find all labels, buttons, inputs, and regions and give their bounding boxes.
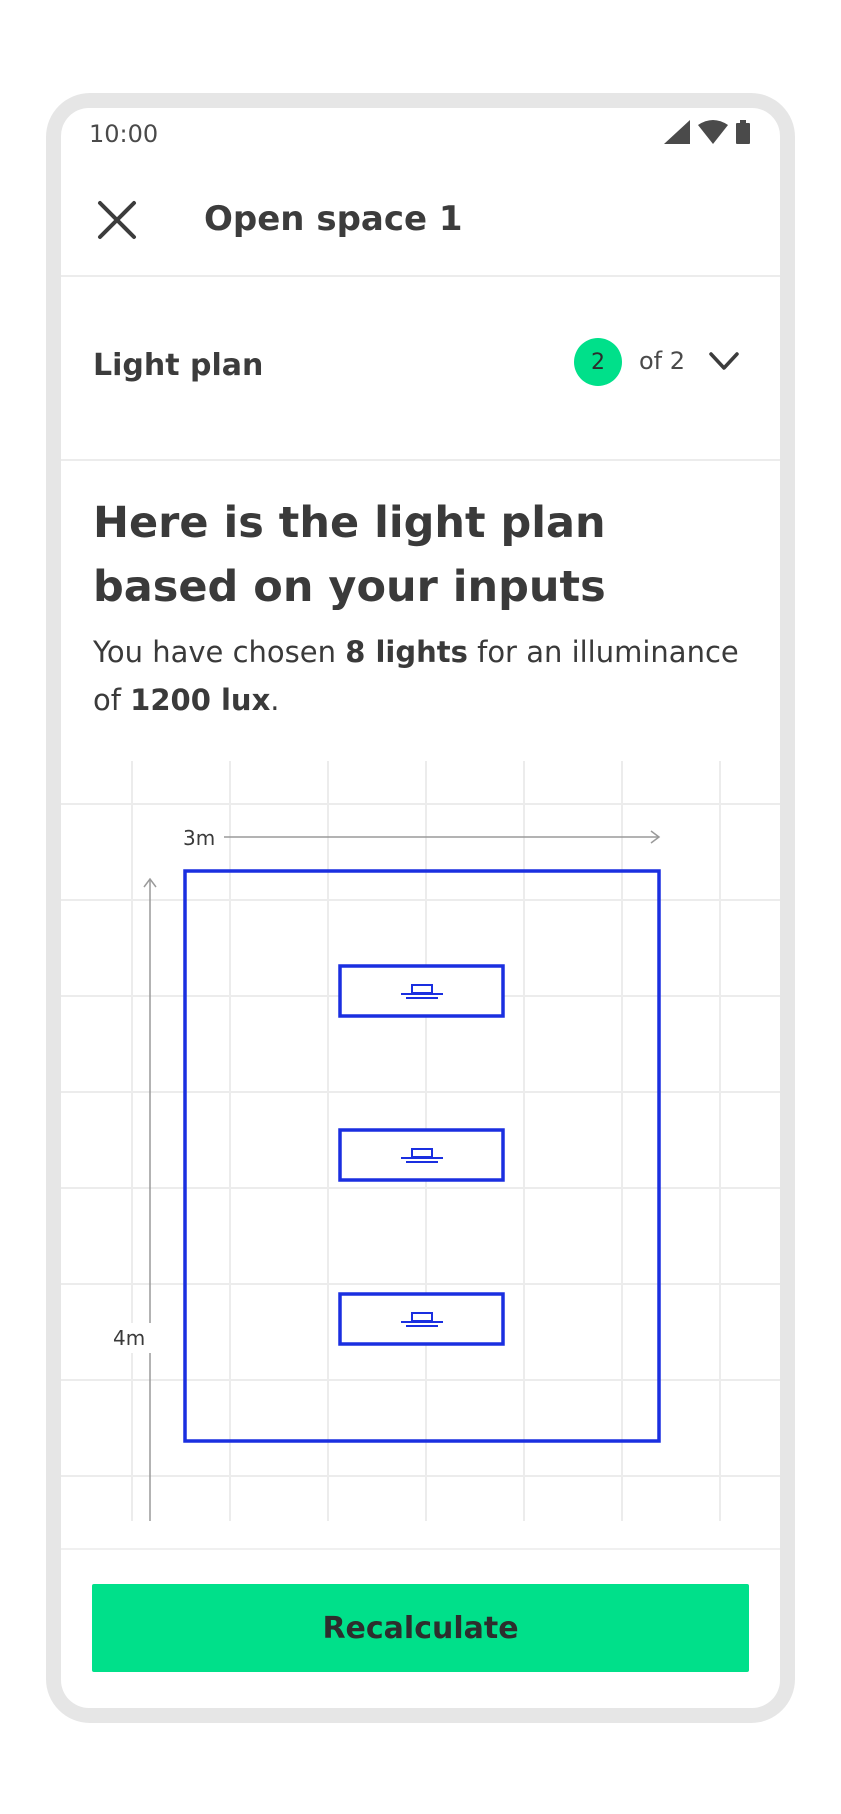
step-selector[interactable]: Light plan 2 of 2 (61, 279, 780, 461)
status-time: 10:00 (89, 120, 159, 148)
battery-icon (736, 120, 750, 144)
summary-suffix: . (270, 683, 280, 717)
width-label: 3m (183, 826, 215, 850)
page-title: Open space 1 (204, 199, 463, 239)
step-number-badge: 2 (574, 338, 622, 386)
light-plan-svg: 3m 4m (61, 761, 780, 1521)
width-dimension-arrow (224, 830, 661, 844)
status-bar: 10:00 (61, 108, 780, 158)
recalculate-button[interactable]: Recalculate (92, 1584, 749, 1672)
light-plan-diagram: 3m 4m (61, 761, 780, 1521)
summary-light-count: 8 lights (345, 635, 468, 669)
phone-screen: 10:00 Open space 1 Light plan 2 of 2 Her… (61, 108, 780, 1708)
bottom-divider (61, 1548, 780, 1550)
wifi-icon (698, 120, 728, 144)
light-fixture[interactable] (338, 1292, 505, 1346)
app-bar: Open space 1 (61, 164, 780, 277)
step-total: of 2 (639, 347, 686, 375)
status-icons (664, 118, 750, 146)
step-label: Light plan (93, 348, 264, 383)
chevron-down-icon (709, 352, 739, 370)
light-fixture[interactable] (338, 964, 505, 1018)
height-dimension-arrow (143, 877, 157, 1521)
result-summary: You have chosen 8 lights for an illumina… (93, 628, 753, 724)
light-fixture[interactable] (338, 1128, 505, 1182)
result-heading: Here is the light plan based on your inp… (93, 498, 606, 612)
summary-prefix: You have chosen (93, 635, 346, 669)
close-button[interactable] (91, 194, 143, 246)
step-dropdown-toggle[interactable] (702, 339, 746, 383)
height-label: 4m (113, 1326, 145, 1350)
signal-icon (664, 120, 690, 144)
close-icon (98, 201, 136, 239)
summary-illuminance: 1200 lux (130, 683, 271, 717)
